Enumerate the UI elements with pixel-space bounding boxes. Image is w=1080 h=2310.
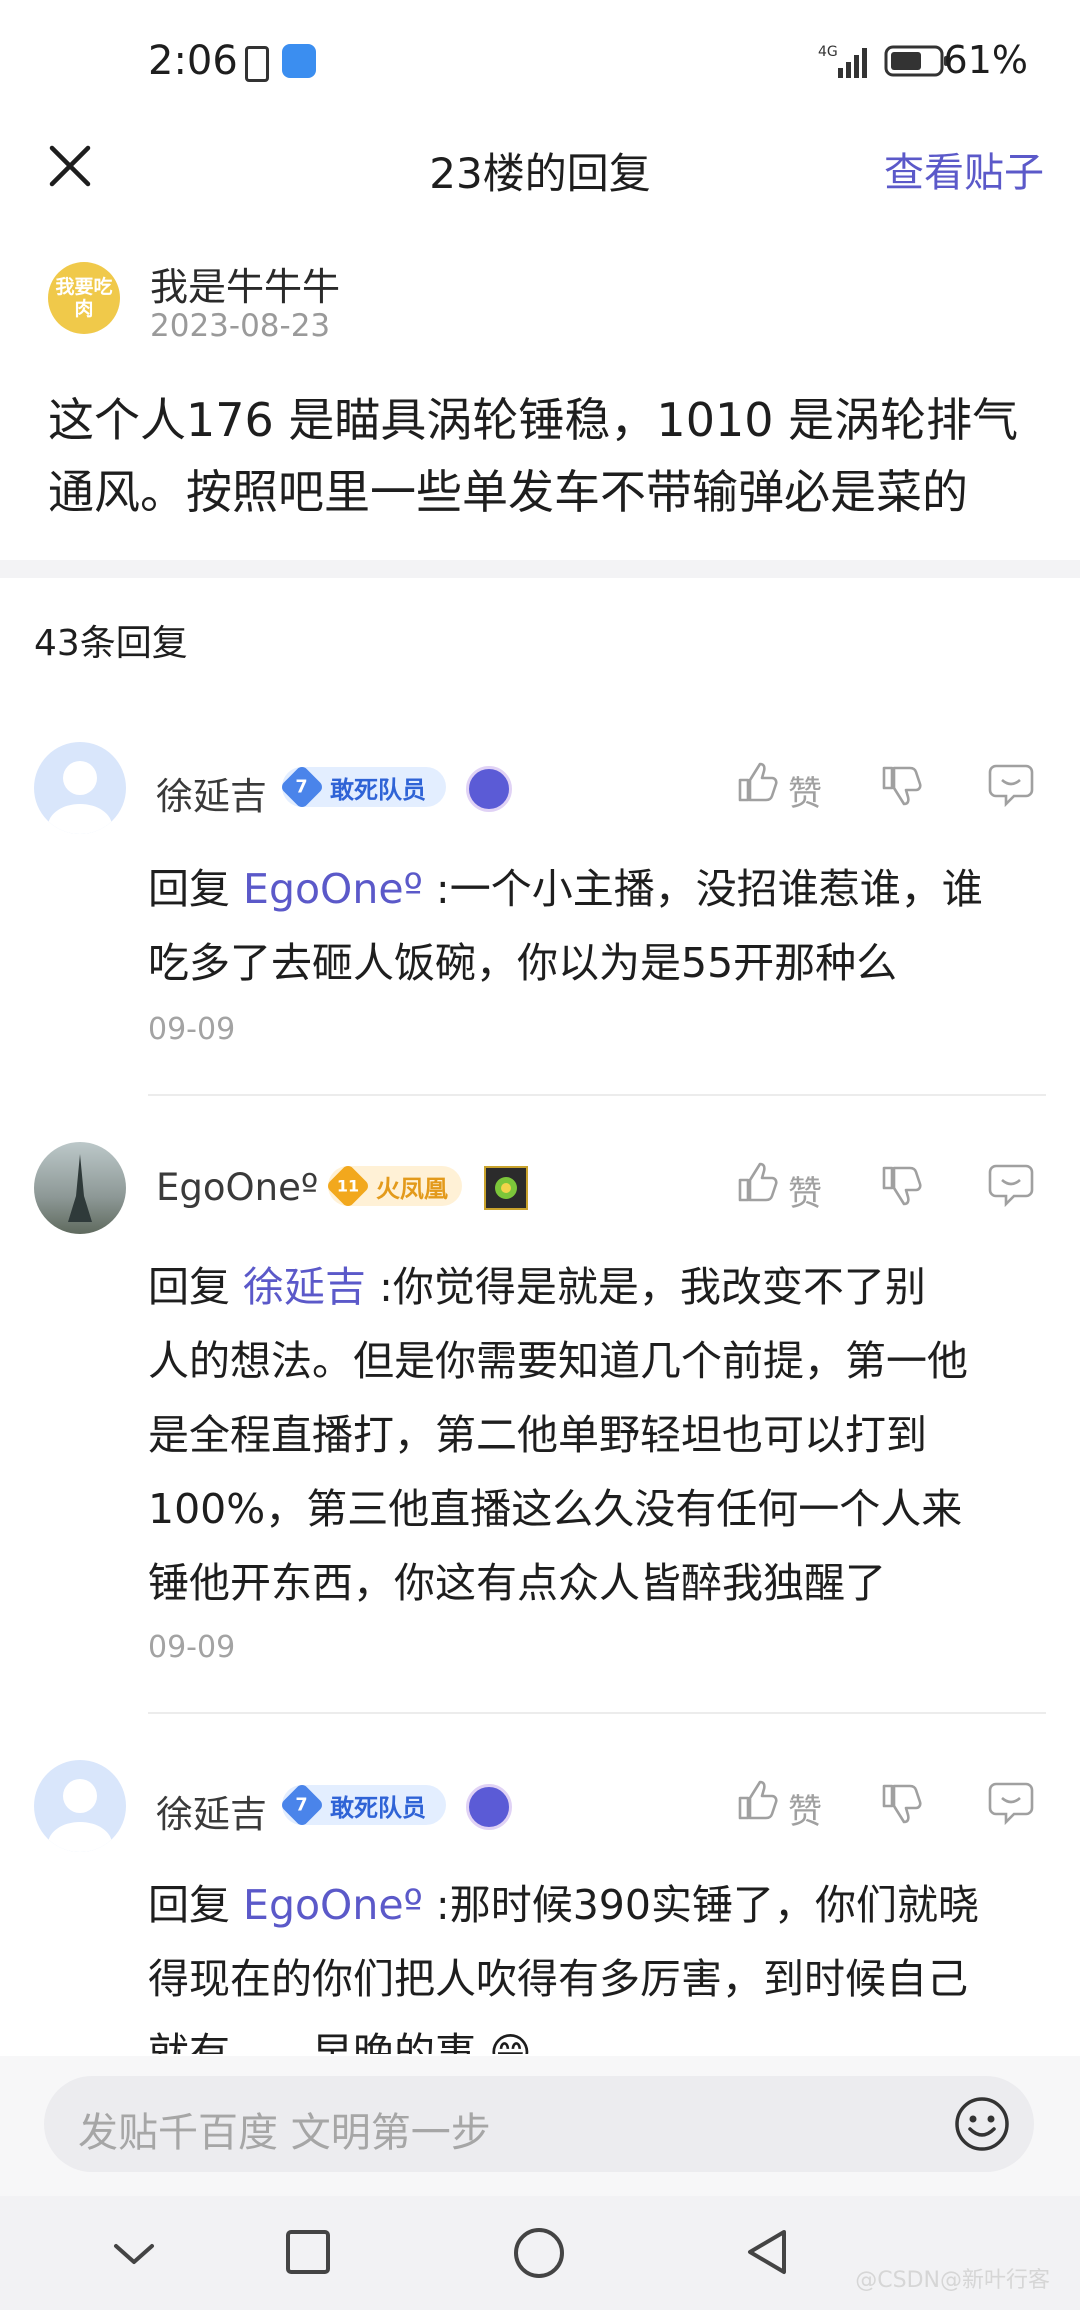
status-bar: 2:06 4G 61% <box>0 0 1080 120</box>
level-icon: 11 <box>325 1163 371 1209</box>
reply-text: :一个小主播，没招谁惹谁，谁 <box>422 865 983 913</box>
network-type: 4G <box>818 44 838 60</box>
op-content-line: 这个人176 是瞄具涡轮锤稳，1010 是涡轮排气 <box>48 393 1019 447</box>
reply-username[interactable]: EgoOneº <box>156 1166 318 1209</box>
mention-link[interactable]: EgoOneº <box>243 865 423 913</box>
reply-text-line: 人的想法。但是你需要知道几个前提，第一他 <box>148 1337 968 1385</box>
like-button[interactable] <box>736 1160 780 1208</box>
like-label[interactable]: 赞 <box>788 766 822 815</box>
comment-button[interactable] <box>988 762 1034 812</box>
reply-text: :那时候390实锤了，你们就晓 <box>422 1881 979 1929</box>
mention-link[interactable]: EgoOneº <box>243 1881 423 1929</box>
rank-badge: 7 敢死队员 <box>279 1782 446 1828</box>
reply-text-line: 就有……早晚的事 😁 <box>148 2029 532 2054</box>
battery-alert-icon <box>245 46 269 82</box>
like-label[interactable]: 赞 <box>788 1784 822 1833</box>
cloud-app-icon <box>282 44 316 78</box>
nav-collapse-icon[interactable] <box>110 2230 158 2282</box>
view-post-link[interactable]: 查看贴子 <box>884 140 1044 198</box>
dislike-button[interactable] <box>880 764 924 812</box>
mention-link[interactable]: 徐延吉 <box>243 1263 366 1311</box>
emoji-button[interactable] <box>952 2094 1012 2158</box>
level-number: 7 <box>295 1795 309 1815</box>
comment-icon <box>988 1782 1034 1826</box>
reply-count: 43条回复 <box>34 623 188 664</box>
like-label[interactable]: 赞 <box>788 1166 822 1215</box>
signal-icon <box>838 44 872 82</box>
comment-icon <box>988 764 1034 808</box>
like-button[interactable] <box>736 1778 780 1826</box>
reply-prefix: 回复 <box>148 865 244 913</box>
section-divider <box>0 560 1080 578</box>
reply-prefix: 回复 <box>148 1881 244 1929</box>
nav-home-icon[interactable] <box>512 2226 566 2284</box>
level-number: 11 <box>336 1176 360 1196</box>
dislike-icon <box>882 1166 922 1206</box>
op-content-line: 通风。按照吧里一些单发车不带输弹必是菜的 <box>48 465 968 519</box>
rank-badge: 7 敢死队员 <box>279 764 446 810</box>
reply-text: :你觉得是就是，我改变不了别 <box>366 1263 926 1311</box>
op-date: 2023-08-23 <box>150 308 331 344</box>
medal-icon <box>466 766 512 812</box>
like-icon <box>738 762 778 802</box>
dislike-button[interactable] <box>880 1164 924 1212</box>
comment-placeholder[interactable]: 发贴千百度 文明第一步 <box>78 2100 491 2158</box>
reply-text-line: 100%，第三他直播这么久没有任何一个人来 <box>148 1485 963 1533</box>
nav-recent-icon[interactable] <box>284 2228 332 2280</box>
reply-text-line: 得现在的你们把人吹得有多厉害，到时候自己 <box>148 1955 968 2003</box>
dislike-icon <box>882 766 922 806</box>
reply-divider <box>148 1712 1046 1714</box>
op-avatar-text: 我要吃肉 <box>48 262 120 334</box>
like-icon <box>738 1780 778 1820</box>
avatar[interactable] <box>34 742 126 834</box>
level-icon: 7 <box>279 1782 325 1828</box>
level-number: 7 <box>295 777 309 797</box>
battery-icon <box>884 44 950 82</box>
medal-icon <box>466 1784 512 1830</box>
reply-text-line: 锤他开东西，你这有点众人皆醉我独醒了 <box>148 1559 886 1607</box>
reply-date: 09-09 <box>148 1630 236 1665</box>
reply-content: 回复 EgoOneº :一个小主播，没招谁惹谁，谁 吃多了去砸人饭碗，你以为是5… <box>148 852 1048 1000</box>
rank-label: 火凤凰 <box>376 1174 448 1203</box>
reply-username[interactable]: 徐延吉 <box>156 1784 267 1838</box>
reply-divider <box>148 1094 1046 1096</box>
status-time: 2:06 <box>148 38 238 84</box>
reply-text-line: 吃多了去砸人饭碗，你以为是55开那种么 <box>148 939 898 987</box>
dislike-button[interactable] <box>880 1782 924 1830</box>
op-content: 这个人176 是瞄具涡轮锤稳，1010 是涡轮排气 通风。按照吧里一些单发车不带… <box>48 384 1048 528</box>
rank-label: 敢死队员 <box>330 775 426 804</box>
watermark: @CSDN@新叶行客 <box>855 2268 1050 2293</box>
comment-button[interactable] <box>988 1162 1034 1212</box>
reply-text-line: 是全程直播打，第二他单野轻坦也可以打到 <box>148 1411 927 1459</box>
op-username[interactable]: 我是牛牛牛 <box>150 256 340 311</box>
medal-icon <box>484 1166 528 1210</box>
battery-percent: 61% <box>943 38 1028 82</box>
comment-button[interactable] <box>988 1780 1034 1830</box>
reply-username[interactable]: 徐延吉 <box>156 766 267 820</box>
like-icon <box>738 1162 778 1202</box>
rank-label: 敢死队员 <box>330 1793 426 1822</box>
reply-date: 09-09 <box>148 1012 236 1047</box>
comment-icon <box>988 1164 1034 1208</box>
level-icon: 7 <box>279 764 325 810</box>
like-button[interactable] <box>736 760 780 808</box>
nav-back-icon[interactable] <box>744 2228 792 2280</box>
reply-prefix: 回复 <box>148 1263 244 1311</box>
avatar[interactable] <box>34 1142 126 1234</box>
emoji-icon <box>955 2097 1009 2151</box>
avatar[interactable] <box>34 1760 126 1852</box>
op-avatar[interactable]: 我要吃肉 <box>48 262 120 334</box>
reply-content: 回复 EgoOneº :那时候390实锤了，你们就晓 得现在的你们把人吹得有多厉… <box>148 1868 1048 2054</box>
dislike-icon <box>882 1784 922 1824</box>
reply-content: 回复 徐延吉 :你觉得是就是，我改变不了别 人的想法。但是你需要知道几个前提，第… <box>148 1250 1048 1620</box>
rank-badge: 11 火凤凰 <box>325 1163 462 1209</box>
